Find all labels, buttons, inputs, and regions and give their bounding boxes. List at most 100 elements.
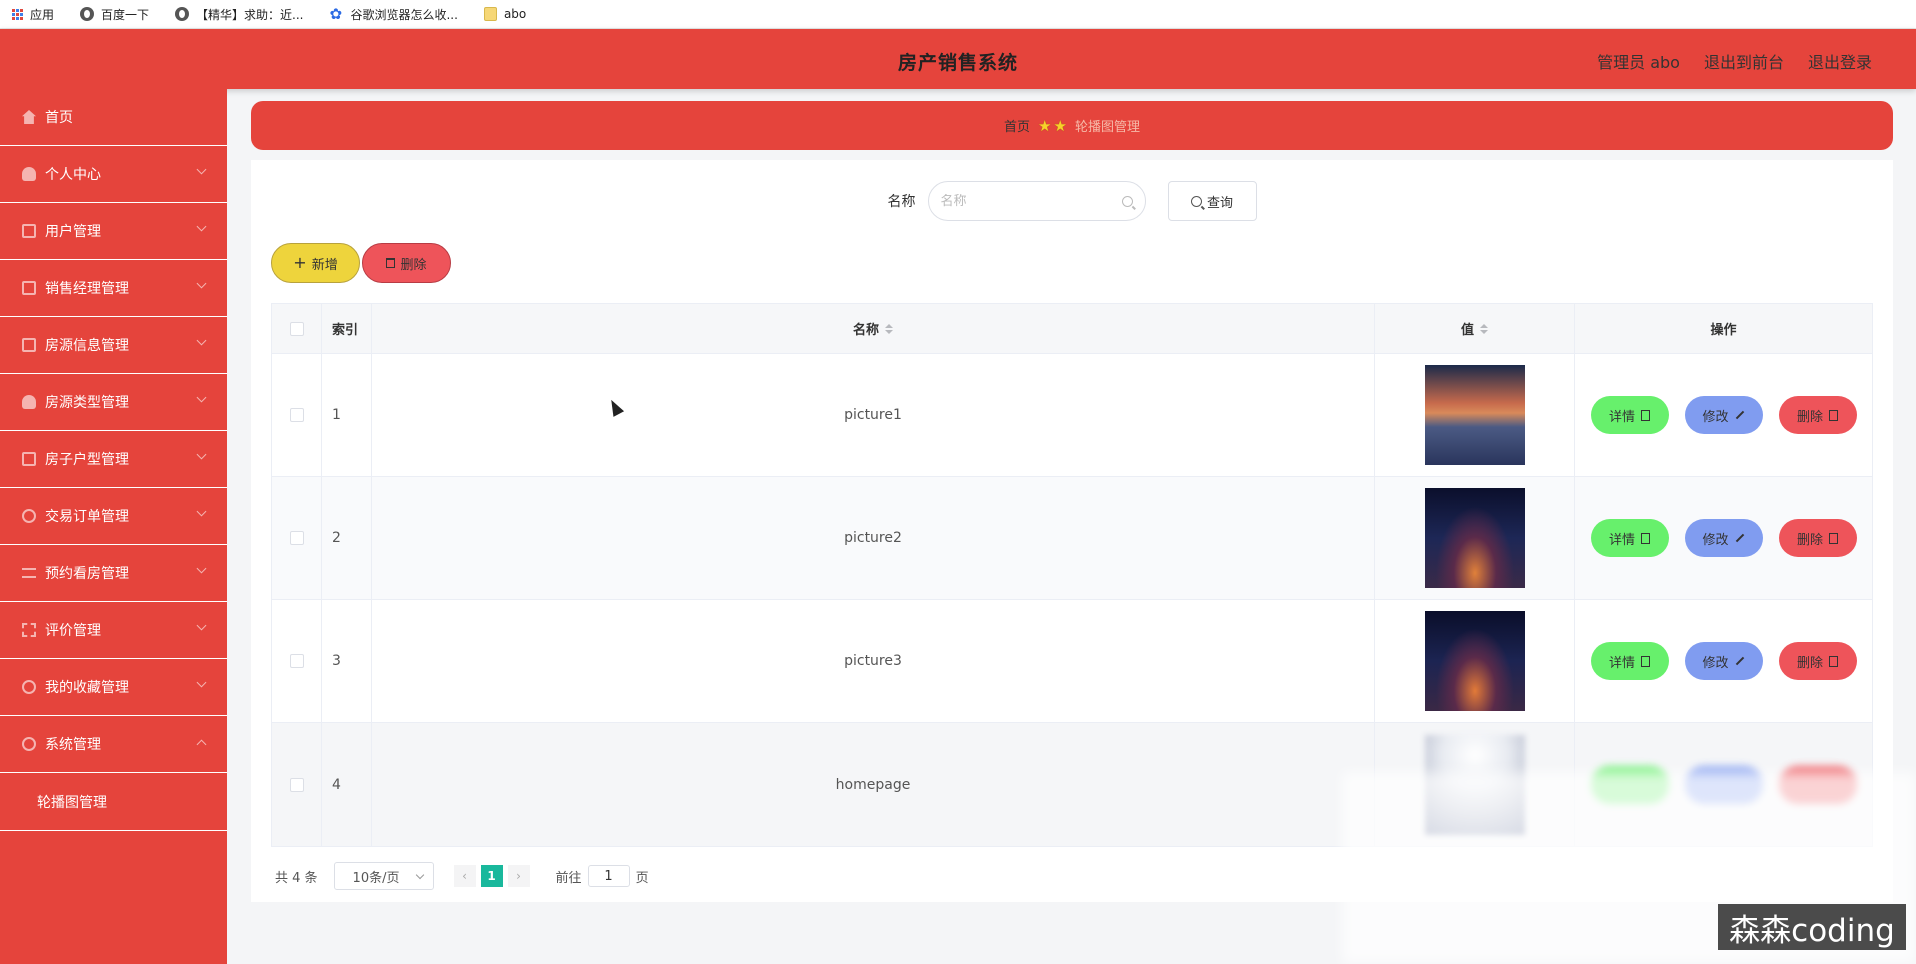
- search-icon: [1190, 195, 1202, 207]
- page-size-select[interactable]: 10条/页: [333, 862, 434, 890]
- sidebar-item-label: 首页: [45, 110, 73, 126]
- sidebar-item-orders[interactable]: 交易订单管理: [0, 488, 227, 545]
- delete-button[interactable]: 删除: [1778, 396, 1857, 434]
- sidebar-item-personal-center[interactable]: 个人中心: [0, 146, 227, 203]
- row-checkbox[interactable]: [289, 654, 304, 668]
- edit-label: 修改: [1702, 532, 1729, 548]
- back-to-front-link[interactable]: 退出到前台: [1704, 49, 1784, 73]
- top-header: 房产销售系统 管理员 abo 退出到前台 退出登录: [0, 29, 1916, 89]
- sidebar-item-viewings[interactable]: 预约看房管理: [0, 545, 227, 602]
- batch-delete-button[interactable]: 删除: [362, 243, 451, 283]
- query-button[interactable]: 查询: [1167, 181, 1257, 221]
- sidebar-item-listing-types[interactable]: 房源类型管理: [0, 374, 227, 431]
- row-checkbox[interactable]: [289, 777, 304, 792]
- sidebar-item-label: 房子户型管理: [45, 452, 129, 468]
- sidebar-item-reviews[interactable]: 评价管理: [0, 602, 227, 659]
- row-thumbnail[interactable]: [1424, 488, 1525, 588]
- bookmark-abo[interactable]: abo: [483, 7, 527, 21]
- sidebar-item-floorplans[interactable]: 房子户型管理: [0, 431, 227, 488]
- sidebar-item-system[interactable]: 系统管理: [0, 716, 227, 773]
- detail-button[interactable]: 详情: [1590, 396, 1669, 434]
- chevron-down-icon: [196, 335, 207, 346]
- sidebar-item-users[interactable]: 用户管理: [0, 203, 227, 260]
- edit-button[interactable]: 修改: [1684, 396, 1763, 434]
- detail-button[interactable]: 详情: [1590, 642, 1669, 680]
- sidebar-item-label: 房源类型管理: [45, 395, 129, 411]
- detail-button[interactable]: 详情: [1590, 519, 1669, 557]
- column-header-actions: 操作: [1710, 323, 1737, 338]
- row-thumbnail[interactable]: [1424, 611, 1525, 711]
- edit-button[interactable]: 修改: [1684, 642, 1763, 680]
- bookmark-baidu[interactable]: 百度一下: [80, 6, 149, 23]
- search-input[interactable]: [940, 193, 1111, 209]
- edit-button[interactable]: 修改: [1684, 519, 1763, 557]
- bookmark-label: 谷歌浏览器怎么收...: [350, 7, 458, 22]
- bookmark-label: 应用: [30, 7, 55, 22]
- sort-icon[interactable]: [1480, 323, 1488, 334]
- column-header-label: 名称: [852, 323, 879, 338]
- breadcrumb-home[interactable]: 首页: [1004, 116, 1030, 135]
- user-icon: [22, 167, 36, 181]
- search-row: 名称 查询: [251, 181, 1893, 221]
- plus-icon: +: [293, 253, 307, 272]
- add-button-label: 新增: [311, 257, 338, 273]
- sidebar-item-label: 评价管理: [45, 623, 101, 639]
- globe-icon: [175, 7, 190, 21]
- bookmark-help[interactable]: 【精华】求助：近...: [175, 6, 303, 23]
- sidebar-item-label: 交易订单管理: [45, 509, 129, 525]
- sidebar-item-favorites[interactable]: 我的收藏管理: [0, 659, 227, 716]
- page-size-value: 10条/页: [352, 870, 400, 886]
- sidebar-item-label: 销售经理管理: [45, 281, 129, 297]
- column-header-name[interactable]: 名称: [372, 304, 1375, 353]
- column-header-value[interactable]: 值: [1375, 304, 1575, 353]
- select-all-checkbox[interactable]: [289, 321, 304, 336]
- apps-grid-icon: [12, 8, 23, 20]
- add-button[interactable]: + 新增: [271, 243, 360, 283]
- prev-page-button[interactable]: ‹: [453, 865, 476, 887]
- detail-label: 详情: [1608, 655, 1635, 671]
- next-page-button[interactable]: ›: [507, 865, 530, 887]
- page-number-current[interactable]: 1: [480, 865, 503, 887]
- column-header-label: 值: [1460, 323, 1474, 338]
- sidebar-item-home[interactable]: 首页: [0, 89, 227, 146]
- page-suffix: 页: [635, 870, 649, 886]
- search-label: 名称: [887, 194, 916, 210]
- star-icon: ★: [1053, 116, 1067, 135]
- sidebar-subitem-carousel[interactable]: 轮播图管理: [0, 773, 227, 831]
- delete-button[interactable]: 删除: [1778, 519, 1857, 557]
- chevron-down-icon: [196, 221, 207, 232]
- chevron-down-icon: [196, 278, 207, 289]
- breadcrumb: 首页 ★ ★ 轮播图管理: [251, 101, 1893, 150]
- sidebar: 首页 个人中心 用户管理 销售经理管理 房源信息管理 房源类型管理 房子户型管理…: [0, 89, 227, 964]
- trash-icon: [386, 258, 396, 268]
- row-index: 2: [332, 530, 341, 546]
- data-table: 索引 名称 值 操作 1 picture1 详情 修改 删除 2 picture…: [271, 303, 1873, 847]
- chevron-down-icon: [196, 392, 207, 403]
- row-thumbnail[interactable]: [1424, 365, 1525, 465]
- header-links: 管理员 abo 退出到前台 退出登录: [1597, 49, 1872, 73]
- pagination: 共 4 条 10条/页 ‹ 1 › 前往 页: [275, 862, 649, 890]
- bookmark-label: abo: [503, 7, 527, 21]
- goto-page-input[interactable]: [587, 865, 630, 887]
- bookmark-label: 【精华】求助：近...: [196, 7, 304, 22]
- bookmark-apps[interactable]: 应用: [12, 6, 54, 23]
- sidebar-item-listings[interactable]: 房源信息管理: [0, 317, 227, 374]
- frame-icon: [22, 623, 36, 637]
- document-icon: [1641, 655, 1650, 667]
- row-checkbox[interactable]: [289, 408, 304, 422]
- trash-icon: [1829, 655, 1838, 667]
- delete-button[interactable]: 删除: [1778, 642, 1857, 680]
- sidebar-item-label: 预约看房管理: [45, 566, 129, 582]
- bookmark-chrome[interactable]: ✿ 谷歌浏览器怎么收...: [329, 6, 457, 23]
- bookmark-label: 百度一下: [101, 7, 150, 22]
- pagination-goto: 前往 页: [556, 865, 649, 887]
- briefcase-icon: [22, 338, 36, 352]
- clipboard-icon: [22, 281, 36, 295]
- sidebar-item-label: 系统管理: [45, 737, 101, 753]
- chevron-down-icon: [196, 677, 207, 688]
- sort-icon[interactable]: [885, 323, 893, 334]
- sidebar-item-sales-managers[interactable]: 销售经理管理: [0, 260, 227, 317]
- logout-link[interactable]: 退出登录: [1808, 49, 1872, 73]
- row-checkbox[interactable]: [289, 531, 304, 545]
- admin-label: 管理员 abo: [1597, 53, 1680, 72]
